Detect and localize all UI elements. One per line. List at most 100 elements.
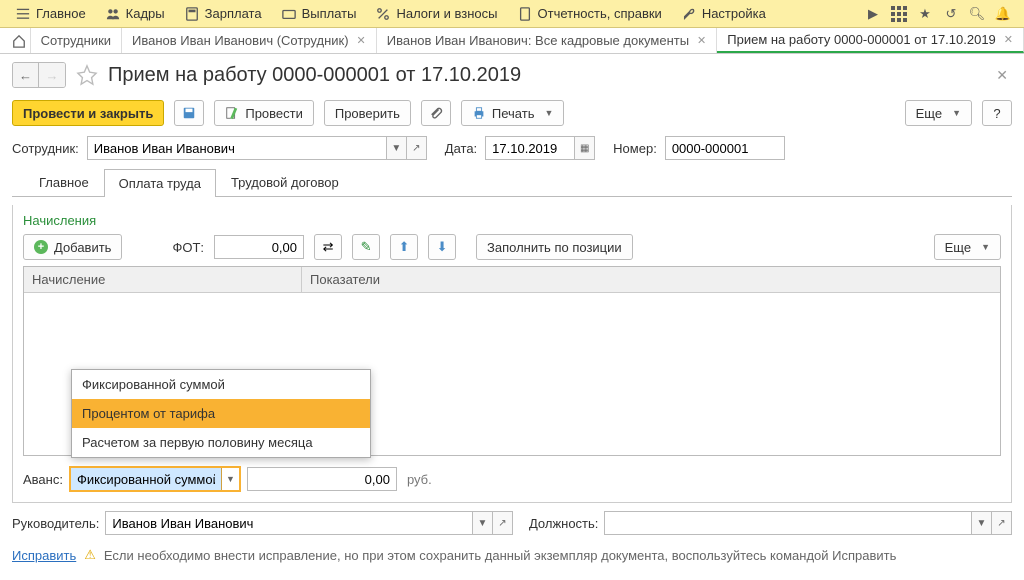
menu-payments[interactable]: Выплаты	[272, 0, 367, 27]
close-icon[interactable]: ✕	[357, 34, 366, 47]
chevron-right-icon[interactable]: ▶	[864, 5, 882, 23]
home-tab[interactable]	[8, 28, 31, 53]
tab-employees[interactable]: Сотрудники	[31, 28, 122, 53]
star-icon[interactable]: ★	[916, 5, 934, 23]
inner-tab-salary[interactable]: Оплата труда	[104, 169, 216, 197]
document-icon	[518, 7, 532, 21]
check-button[interactable]: Проверить	[324, 100, 411, 126]
search-icon[interactable]: 🔍︎	[968, 5, 986, 23]
post-icon	[225, 106, 239, 120]
number-input[interactable]	[665, 136, 785, 160]
fix-link[interactable]: Исправить	[12, 548, 76, 563]
tab-hr-documents[interactable]: Иванов Иван Иванович: Все кадровые докум…	[377, 28, 718, 53]
avans-select-input[interactable]	[71, 468, 221, 490]
menu-taxes[interactable]: Налоги и взносы	[366, 0, 507, 27]
fill-by-position-button[interactable]: Заполнить по позиции	[476, 234, 633, 260]
open-ref-icon[interactable]: ↗	[407, 136, 427, 160]
page-title: Прием на работу 0000-000001 от 17.10.201…	[108, 64, 982, 87]
chevron-down-icon[interactable]: ▼	[972, 511, 992, 535]
more-button[interactable]: Еще ▼	[905, 100, 972, 126]
menu-reports-label: Отчетность, справки	[538, 6, 662, 21]
header-fields: Сотрудник: ▼ ↗ Дата: ▦ Номер:	[0, 136, 1024, 168]
employee-label: Сотрудник:	[12, 141, 79, 156]
print-label: Печать	[492, 106, 535, 121]
inner-tab-contract[interactable]: Трудовой договор	[216, 168, 354, 196]
document-tabs: Сотрудники Иванов Иван Иванович (Сотрудн…	[0, 28, 1024, 54]
tab-employee-card[interactable]: Иванов Иван Иванович (Сотрудник) ✕	[122, 28, 377, 53]
tab-label: Иванов Иван Иванович: Все кадровые докум…	[387, 33, 689, 48]
manager-input[interactable]	[105, 511, 473, 535]
avans-label: Аванс:	[23, 472, 63, 487]
date-input[interactable]	[485, 136, 575, 160]
document-toolbar: Провести и закрыть Провести Проверить Пе…	[0, 96, 1024, 136]
date-label: Дата:	[445, 141, 477, 156]
footer-fields: Руководитель: ▼ ↗ Должность: ▼ ↗	[0, 503, 1024, 543]
percent-icon	[376, 7, 390, 21]
apps-grid-icon[interactable]	[890, 5, 908, 23]
favorite-star-icon[interactable]	[76, 64, 98, 86]
menu-right-tools: ▶ ★ ↺ 🔍︎ 🔔	[864, 5, 1018, 23]
menu-reports[interactable]: Отчетность, справки	[508, 0, 672, 27]
wrench-icon	[682, 7, 696, 21]
paperclip-icon	[429, 106, 443, 120]
menu-salary[interactable]: Зарплата	[175, 0, 272, 27]
chevron-down-icon: ▼	[544, 108, 553, 118]
position-input[interactable]	[604, 511, 972, 535]
home-icon	[12, 34, 26, 48]
move-down-button[interactable]: ⬇	[428, 234, 456, 260]
warning-icon: ⚠	[84, 547, 96, 563]
close-page-button[interactable]: ✕	[992, 63, 1012, 88]
help-button[interactable]: ?	[982, 100, 1012, 126]
print-button[interactable]: Печать ▼	[461, 100, 565, 126]
chevron-down-icon[interactable]: ▼	[387, 136, 407, 160]
menu-settings[interactable]: Настройка	[672, 0, 776, 27]
more-label: Еще	[945, 240, 971, 255]
accruals-more-button[interactable]: Еще ▼	[934, 234, 1001, 260]
calendar-icon[interactable]: ▦	[575, 136, 595, 160]
more-label: Еще	[916, 106, 942, 121]
nav-forward-button[interactable]: →	[39, 63, 65, 87]
close-icon[interactable]: ✕	[1004, 33, 1013, 46]
menu-personnel[interactable]: Кадры	[96, 0, 175, 27]
post-and-close-button[interactable]: Провести и закрыть	[12, 100, 164, 126]
avans-amount-input[interactable]	[247, 467, 397, 491]
close-icon[interactable]: ✕	[697, 34, 706, 47]
chevron-down-icon[interactable]: ▼	[221, 468, 239, 490]
table-header: Начисление Показатели	[24, 267, 1000, 293]
menu-main[interactable]: Главное	[6, 0, 96, 27]
warning-text: Если необходимо внести исправление, но п…	[104, 548, 896, 563]
post-button[interactable]: Провести	[214, 100, 314, 126]
avans-unit: руб.	[407, 472, 432, 487]
fot-label: ФОТ:	[172, 240, 204, 255]
menu-main-icon	[16, 7, 30, 21]
history-icon[interactable]: ↺	[942, 5, 960, 23]
add-button[interactable]: + Добавить	[23, 234, 122, 260]
nav-back-button[interactable]: ←	[13, 63, 39, 87]
chevron-down-icon[interactable]: ▼	[473, 511, 493, 535]
save-icon	[182, 106, 196, 120]
accruals-section-label: Начисления	[23, 213, 1001, 228]
avans-select[interactable]: ▼	[69, 466, 241, 492]
edit-button[interactable]: ✎	[352, 234, 380, 260]
employee-input[interactable]	[87, 136, 387, 160]
refresh-button[interactable]: ⇄	[314, 234, 342, 260]
avans-row: Аванс: ▼ руб.	[23, 466, 1001, 492]
avans-option-percent[interactable]: Процентом от тарифа	[72, 399, 370, 428]
avans-option-fixed[interactable]: Фиксированной суммой	[72, 370, 370, 399]
avans-option-calc[interactable]: Расчетом за первую половину месяца	[72, 428, 370, 457]
inner-tabs: Главное Оплата труда Трудовой договор	[12, 168, 1012, 197]
save-button[interactable]	[174, 100, 204, 126]
move-up-button[interactable]: ⬆	[390, 234, 418, 260]
open-ref-icon[interactable]: ↗	[493, 511, 513, 535]
attach-button[interactable]	[421, 100, 451, 126]
open-ref-icon[interactable]: ↗	[992, 511, 1012, 535]
tab-hiring[interactable]: Прием на работу 0000-000001 от 17.10.201…	[717, 28, 1024, 53]
position-label: Должность:	[529, 516, 598, 531]
bell-icon[interactable]: 🔔	[994, 5, 1012, 23]
accruals-toolbar: + Добавить ФОТ: ⇄ ✎ ⬆ ⬇ Заполнить по поз…	[23, 234, 1001, 260]
chevron-down-icon: ▼	[981, 242, 990, 252]
inner-tab-main[interactable]: Главное	[24, 168, 104, 196]
add-label: Добавить	[54, 240, 111, 255]
fot-input[interactable]	[214, 235, 304, 259]
menu-salary-label: Зарплата	[205, 6, 262, 21]
